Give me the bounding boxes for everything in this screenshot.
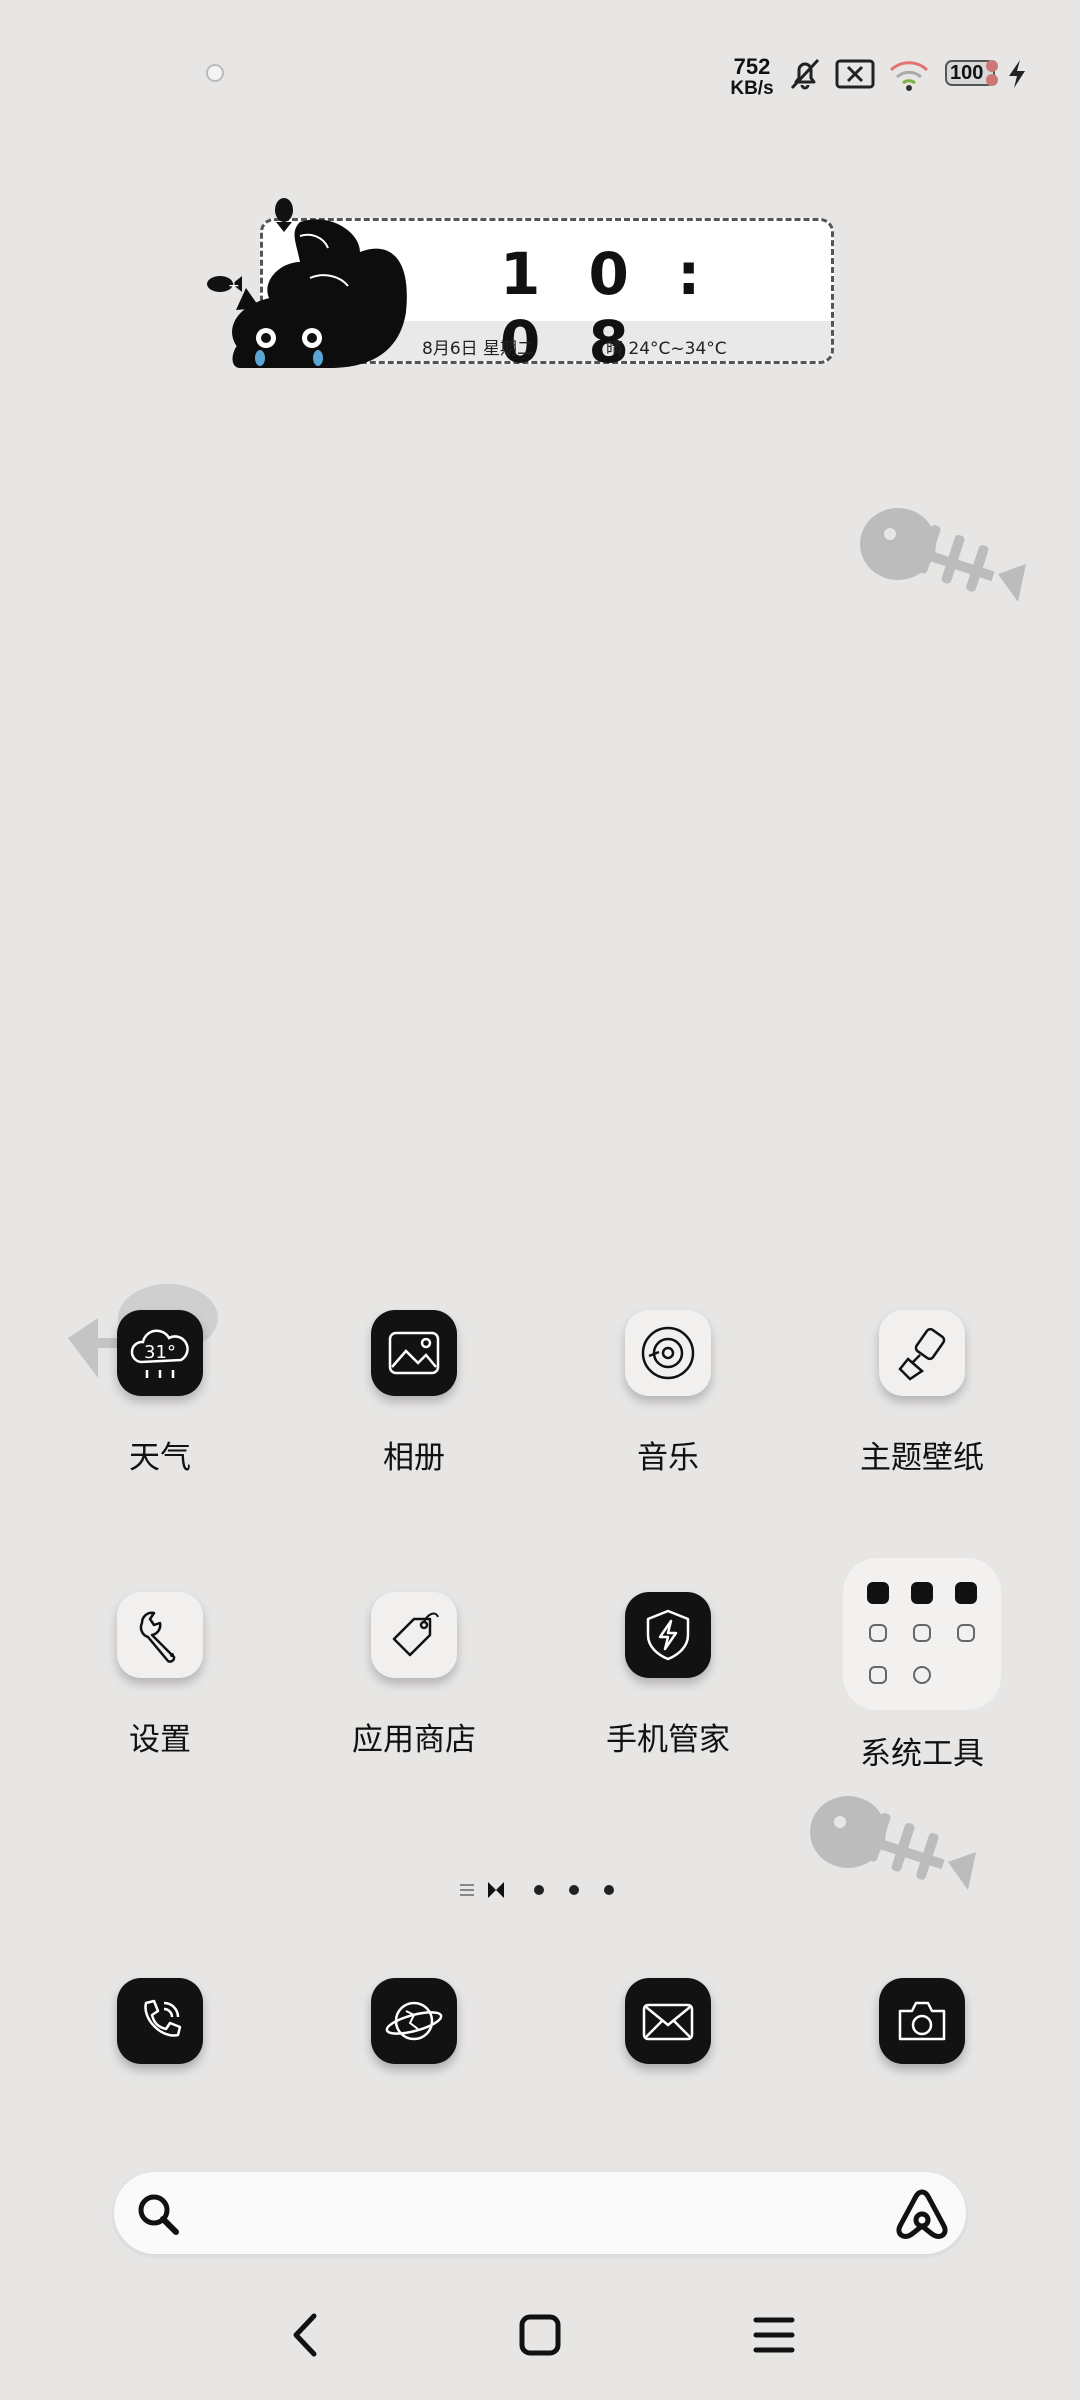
app-settings[interactable]: 设置 [40, 1592, 280, 1759]
paint-brush-icon [879, 1310, 965, 1396]
wrench-icon [117, 1592, 203, 1678]
search-input[interactable] [194, 2172, 878, 2256]
music-disc-icon [625, 1310, 711, 1396]
svg-text:+: + [228, 278, 240, 294]
menu-icon[interactable] [752, 2310, 796, 2360]
shield-bolt-icon [625, 1592, 711, 1678]
current-page-butterfly-icon [488, 1882, 504, 1898]
app-music[interactable]: 音乐 [548, 1310, 788, 1477]
app-label: 相册 [383, 1440, 445, 1476]
status-indicator-dot [206, 64, 224, 82]
app-label: 天气 [129, 1440, 191, 1476]
app-label: 应用商店 [352, 1722, 476, 1758]
app-phone-manager[interactable]: 手机管家 [548, 1592, 788, 1759]
camera-icon [898, 2001, 946, 2041]
network-speed-unit: KB/s [730, 78, 774, 99]
assistant-icon[interactable] [892, 2186, 952, 2242]
browser-globe-icon [385, 2001, 443, 2041]
app-gallery[interactable]: 相册 [294, 1310, 534, 1477]
gallery-image-icon [371, 1310, 457, 1396]
page-dot [534, 1885, 544, 1895]
network-speed: 752 KB/s [724, 54, 780, 99]
network-speed-value: 752 [733, 54, 771, 79]
mail-icon [642, 2003, 694, 2041]
app-label: 主题壁纸 [860, 1440, 984, 1476]
fish-bone-decoration-icon [810, 1796, 976, 1890]
clock-weather: 晴 24°C~34°C [606, 339, 727, 359]
dock-browser[interactable] [371, 1978, 457, 2064]
app-label: 设置 [129, 1722, 191, 1758]
app-label: 系统工具 [860, 1736, 984, 1772]
search-bar[interactable] [114, 2172, 966, 2256]
price-tag-icon [371, 1592, 457, 1678]
weather-cloud-icon: 31° [117, 1310, 203, 1396]
app-weather[interactable]: 31° 天气 [40, 1310, 280, 1477]
battery-icon: 100 [944, 58, 1002, 88]
app-themes[interactable]: 主题壁纸 [802, 1310, 1042, 1477]
back-icon[interactable] [288, 2310, 324, 2360]
mute-bell-icon [790, 58, 820, 90]
app-label: 手机管家 [606, 1722, 730, 1758]
app-label: 音乐 [637, 1440, 699, 1476]
page-dot [604, 1885, 614, 1895]
dock-mail[interactable] [625, 1978, 711, 2064]
page-indicator[interactable] [460, 1880, 620, 1900]
wifi-icon [889, 61, 929, 91]
app-store[interactable]: 应用商店 [294, 1592, 534, 1759]
dock-phone[interactable] [117, 1978, 203, 2064]
folder-icon [843, 1558, 1001, 1710]
dock-camera[interactable] [879, 1978, 965, 2064]
fish-bone-decoration-icon [860, 508, 1026, 602]
home-icon[interactable] [516, 2310, 564, 2360]
search-icon [138, 2194, 179, 2235]
charging-bolt-icon [1009, 60, 1025, 88]
no-sim-icon [835, 59, 875, 89]
page-dot [569, 1885, 579, 1895]
black-cat-illustration: + [207, 198, 407, 368]
feed-page-indicator-icon [460, 1884, 474, 1896]
battery-level: 100 [950, 62, 984, 84]
clock-date: 8月6日 星期二 [422, 339, 535, 359]
weather-temp-badge: 31° [144, 1342, 176, 1363]
phone-icon [144, 1999, 182, 2037]
app-system-tools-folder[interactable]: 系统工具 [802, 1558, 1042, 1773]
